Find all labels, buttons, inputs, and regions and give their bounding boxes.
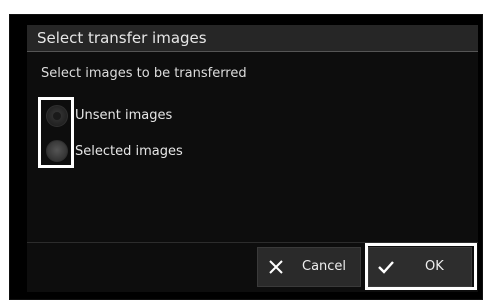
radio-options-highlight: [38, 97, 74, 168]
ok-button-highlight: [365, 243, 477, 290]
dialog-title: Select transfer images: [37, 29, 207, 47]
dialog-titlebar: Select transfer images: [27, 25, 478, 52]
cancel-button-label: Cancel: [302, 259, 347, 274]
dialog-prompt: Select images to be transferred: [41, 66, 247, 81]
cancel-button[interactable]: Cancel: [257, 247, 361, 287]
selected-images-label[interactable]: Selected images: [75, 144, 183, 159]
unsent-images-label[interactable]: Unsent images: [75, 108, 172, 123]
close-icon: [269, 260, 283, 274]
